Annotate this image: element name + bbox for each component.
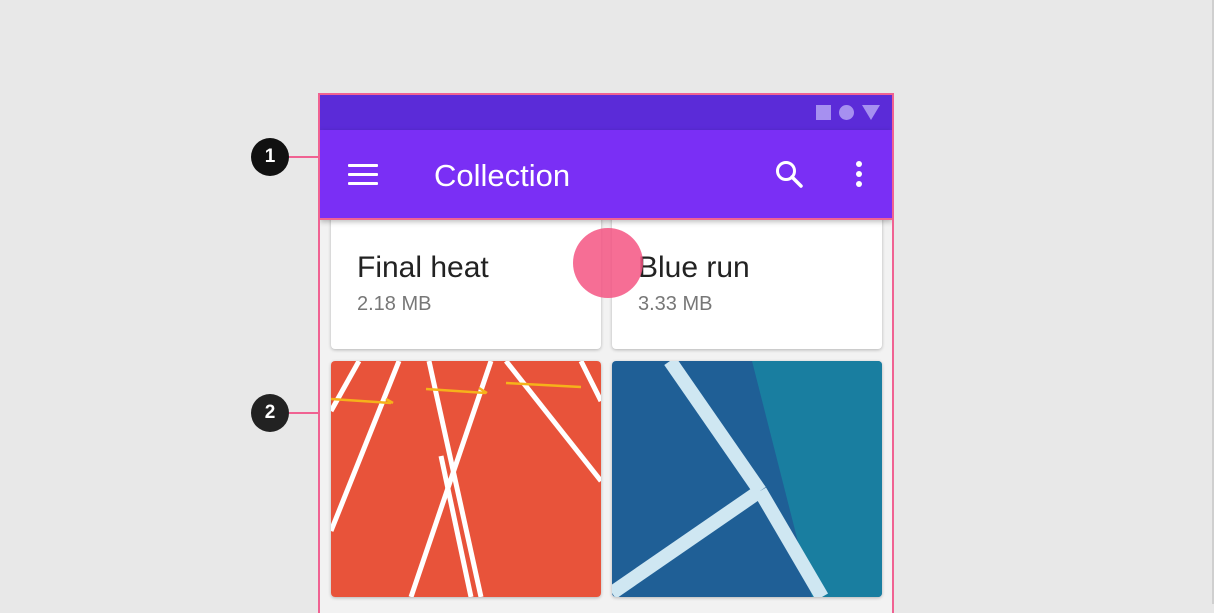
- court-photo: [612, 361, 882, 597]
- card-title: Blue run: [638, 251, 750, 284]
- top-app-bar: Collection: [320, 130, 892, 220]
- card-blue-run[interactable]: Blue run 3.33 MB: [612, 209, 882, 349]
- callout-number: 2: [264, 402, 276, 423]
- app-bar-title: Collection: [434, 158, 571, 193]
- circle-icon: [839, 105, 854, 120]
- callout-number: 1: [264, 146, 276, 167]
- callout-marker-1: 1: [251, 138, 289, 176]
- track-photo: [331, 361, 601, 597]
- phone-screen: Collection Final heat 2.18 MB Blue run 3…: [318, 93, 894, 613]
- card-court-image[interactable]: [612, 361, 882, 597]
- more-vert-icon[interactable]: [856, 161, 862, 191]
- search-icon[interactable]: [774, 159, 804, 189]
- square-icon: [816, 105, 831, 120]
- menu-icon[interactable]: [348, 164, 378, 191]
- touch-indicator: [573, 228, 643, 298]
- triangle-icon: [862, 105, 880, 120]
- card-file-size: 2.18 MB: [357, 293, 432, 315]
- card-track-image[interactable]: [331, 361, 601, 597]
- callout-line-2: [289, 412, 319, 414]
- card-file-size: 3.33 MB: [638, 293, 713, 315]
- callout-marker-2: 2: [251, 394, 289, 432]
- card-final-heat[interactable]: Final heat 2.18 MB: [331, 209, 601, 349]
- card-title: Final heat: [357, 251, 489, 284]
- status-bar: [320, 93, 892, 130]
- callout-line-1: [289, 156, 319, 158]
